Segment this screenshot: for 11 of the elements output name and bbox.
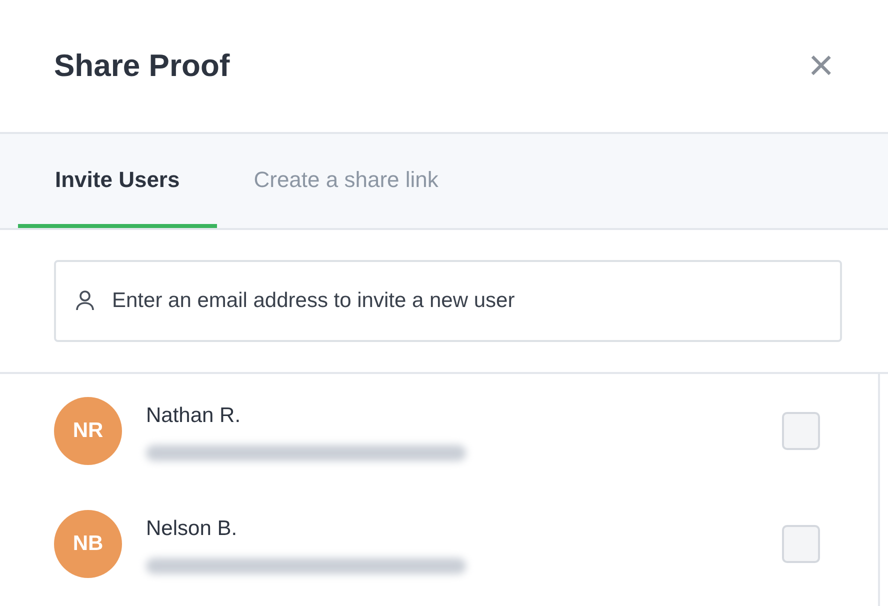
dialog-title: Share Proof <box>54 47 230 85</box>
email-input-field[interactable]: Enter an email address to invite a new user <box>54 260 842 342</box>
checkbox[interactable] <box>782 412 820 450</box>
checkbox[interactable] <box>782 524 820 562</box>
tab[interactable]: Create a share link <box>216 134 476 228</box>
close-button[interactable]: × <box>804 44 838 88</box>
avatar: NB <box>54 510 122 578</box>
user-name: Nelson B. <box>146 516 238 542</box>
user-name: Nathan R. <box>146 402 242 429</box>
avatar: NR <box>54 396 122 464</box>
tab[interactable]: Invite Users <box>18 134 217 228</box>
